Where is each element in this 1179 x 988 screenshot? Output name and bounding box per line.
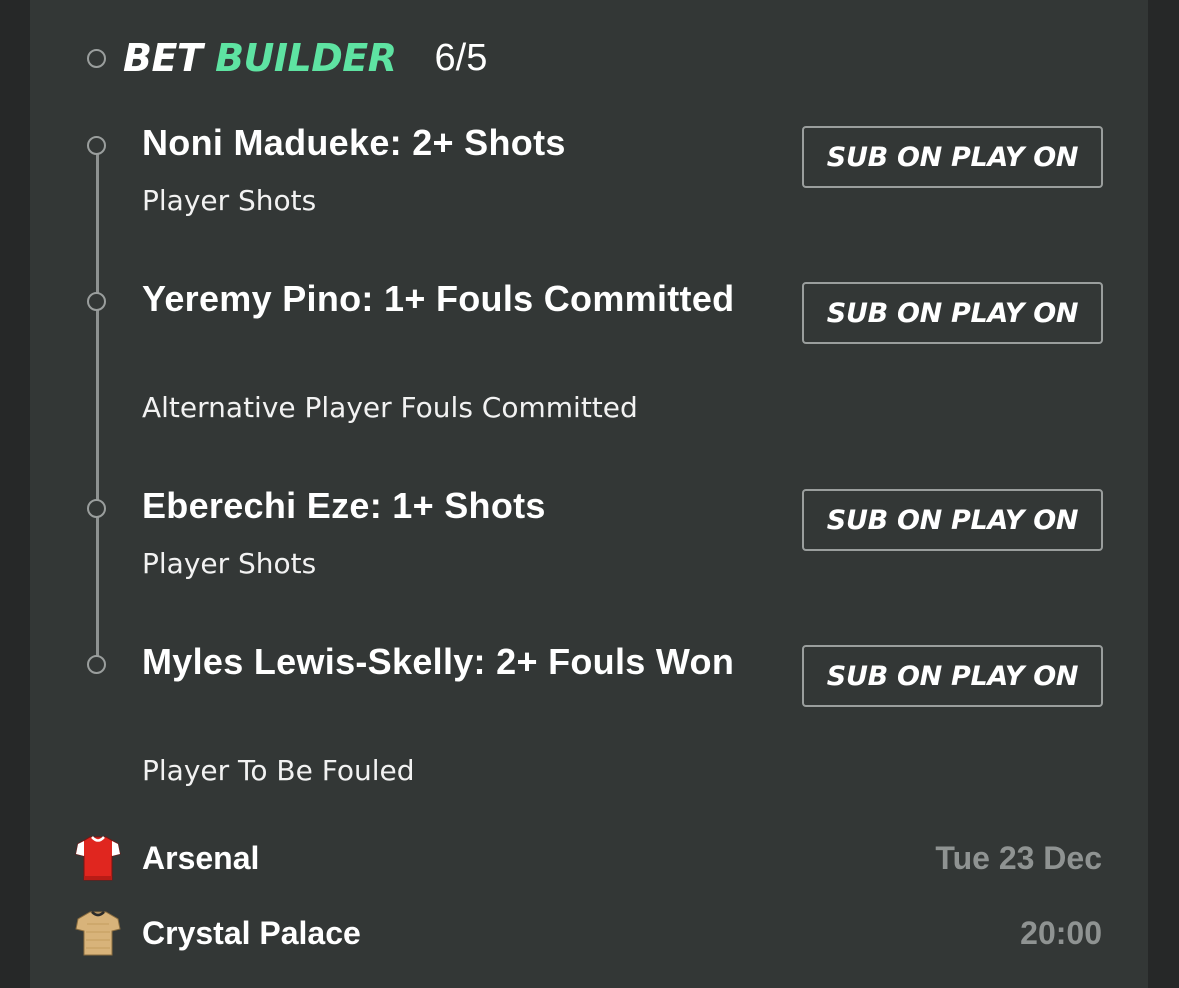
selection-market: Player To Be Fouled (142, 754, 415, 787)
timeline-line (95, 146, 99, 664)
selection-market: Player Shots (142, 184, 317, 217)
selection-market: Alternative Player Fouls Committed (142, 391, 638, 424)
selection-circle-icon (87, 655, 106, 674)
home-team-row: Arsenal Tue 23 Dec (0, 831, 1179, 887)
selection-title: Noni Madueke: 2+ Shots (142, 122, 566, 163)
selection-circle-icon (87, 292, 106, 311)
match-time: 20:00 (1020, 915, 1102, 951)
selection-title: Myles Lewis-Skelly: 2+ Fouls Won (142, 641, 735, 682)
away-team-name: Crystal Palace (142, 915, 361, 951)
selection-circle-icon (87, 499, 106, 518)
crystal-palace-shirt-icon (75, 911, 121, 956)
sub-on-play-on-button[interactable]: SUB ON PLAY ON (802, 126, 1103, 188)
title-builder: BUILDER (215, 36, 397, 80)
bet-builder-header: BET BUILDER 6/5 (87, 30, 487, 86)
header-circle-icon (87, 48, 106, 68)
match-date: Tue 23 Dec (935, 840, 1102, 876)
home-team-name: Arsenal (142, 840, 260, 876)
arsenal-shirt-icon (75, 836, 121, 881)
sub-on-play-on-button[interactable]: SUB ON PLAY ON (802, 489, 1103, 551)
title-bet: BET (123, 36, 203, 80)
bet-builder-title: BET BUILDER (123, 36, 397, 80)
selection-title: Yeremy Pino: 1+ Fouls Committed (142, 278, 735, 319)
selection-circle-icon (87, 136, 106, 155)
selection-market: Player Shots (142, 547, 317, 580)
bet-builder-odds: 6/5 (434, 36, 488, 79)
away-team-row: Crystal Palace 20:00 (0, 906, 1179, 962)
selection-title: Eberechi Eze: 1+ Shots (142, 485, 546, 526)
sub-on-play-on-button[interactable]: SUB ON PLAY ON (802, 645, 1103, 707)
sub-on-play-on-button[interactable]: SUB ON PLAY ON (802, 282, 1103, 344)
